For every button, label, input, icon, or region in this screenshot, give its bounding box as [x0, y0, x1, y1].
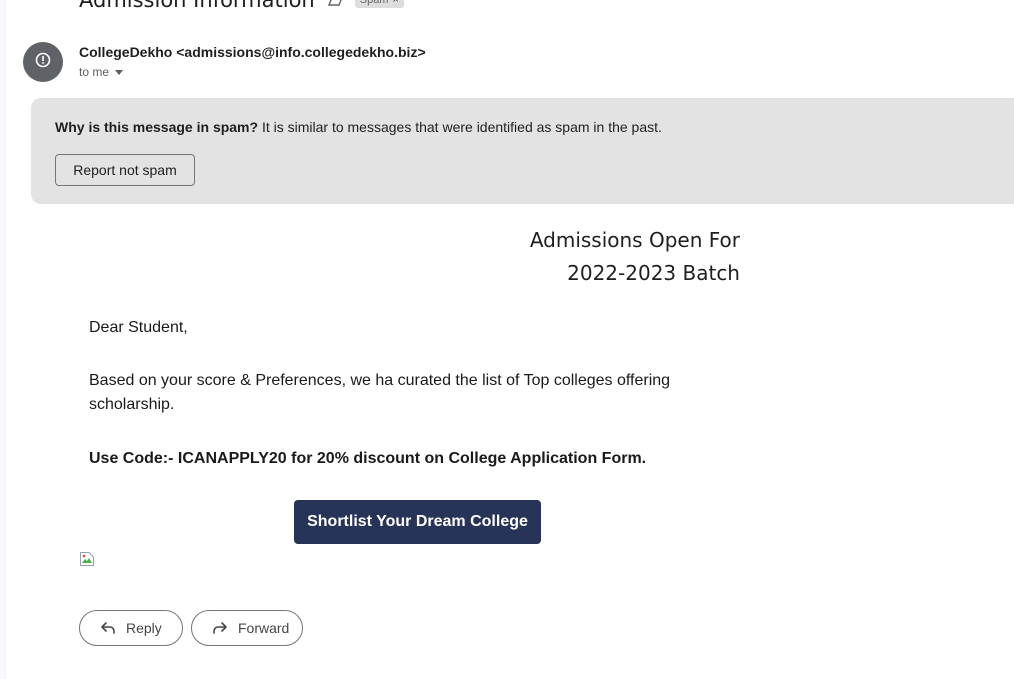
spam-question: Why is this message in spam?: [55, 119, 259, 135]
subject-row: Admission Information Spam ×: [79, 0, 404, 12]
body-paragraph: Based on your score & Preferences, we ha…: [89, 372, 671, 413]
recipient-details-toggle[interactable]: to me: [79, 65, 124, 79]
spam-label-chip: Spam ×: [354, 0, 404, 8]
spam-explanation: It is similar to messages that were iden…: [258, 119, 662, 135]
spam-reason: Why is this message in spam? It is simil…: [55, 119, 662, 135]
sender-name[interactable]: CollegeDekho <admissions@info.collegedek…: [79, 44, 426, 60]
forward-button[interactable]: Forward: [191, 610, 303, 646]
report-not-spam-button[interactable]: Report not spam: [55, 154, 195, 186]
broken-image-icon: [79, 551, 95, 567]
spam-warning-banner: Why is this message in spam? It is simil…: [31, 98, 1014, 204]
admissions-heading-line1: Admissions Open For: [529, 228, 740, 252]
important-marker-icon[interactable]: [327, 0, 345, 7]
greeting: Dear Student,: [89, 319, 188, 336]
left-strip: [0, 0, 7, 679]
forward-label: Forward: [238, 620, 290, 636]
recipient-summary: to me: [79, 65, 110, 79]
forward-arrow-icon: [213, 622, 227, 634]
chevron-down-icon: [115, 69, 124, 75]
remove-label-icon[interactable]: ×: [392, 0, 398, 8]
discount-code-line: Use Code:- ICANAPPLY20 for 20% discount …: [89, 450, 647, 467]
warning-circle-icon: [34, 51, 52, 74]
reply-button[interactable]: Reply: [79, 610, 183, 646]
spam-label-text: Spam: [359, 0, 389, 6]
email-subject: Admission Information: [79, 0, 315, 12]
reply-label: Reply: [126, 620, 162, 636]
admissions-heading-line2: 2022-2023 Batch: [567, 261, 740, 285]
sender-avatar: [23, 42, 63, 82]
shortlist-college-button[interactable]: Shortlist Your Dream College: [294, 500, 541, 544]
reply-arrow-icon: [101, 622, 115, 634]
